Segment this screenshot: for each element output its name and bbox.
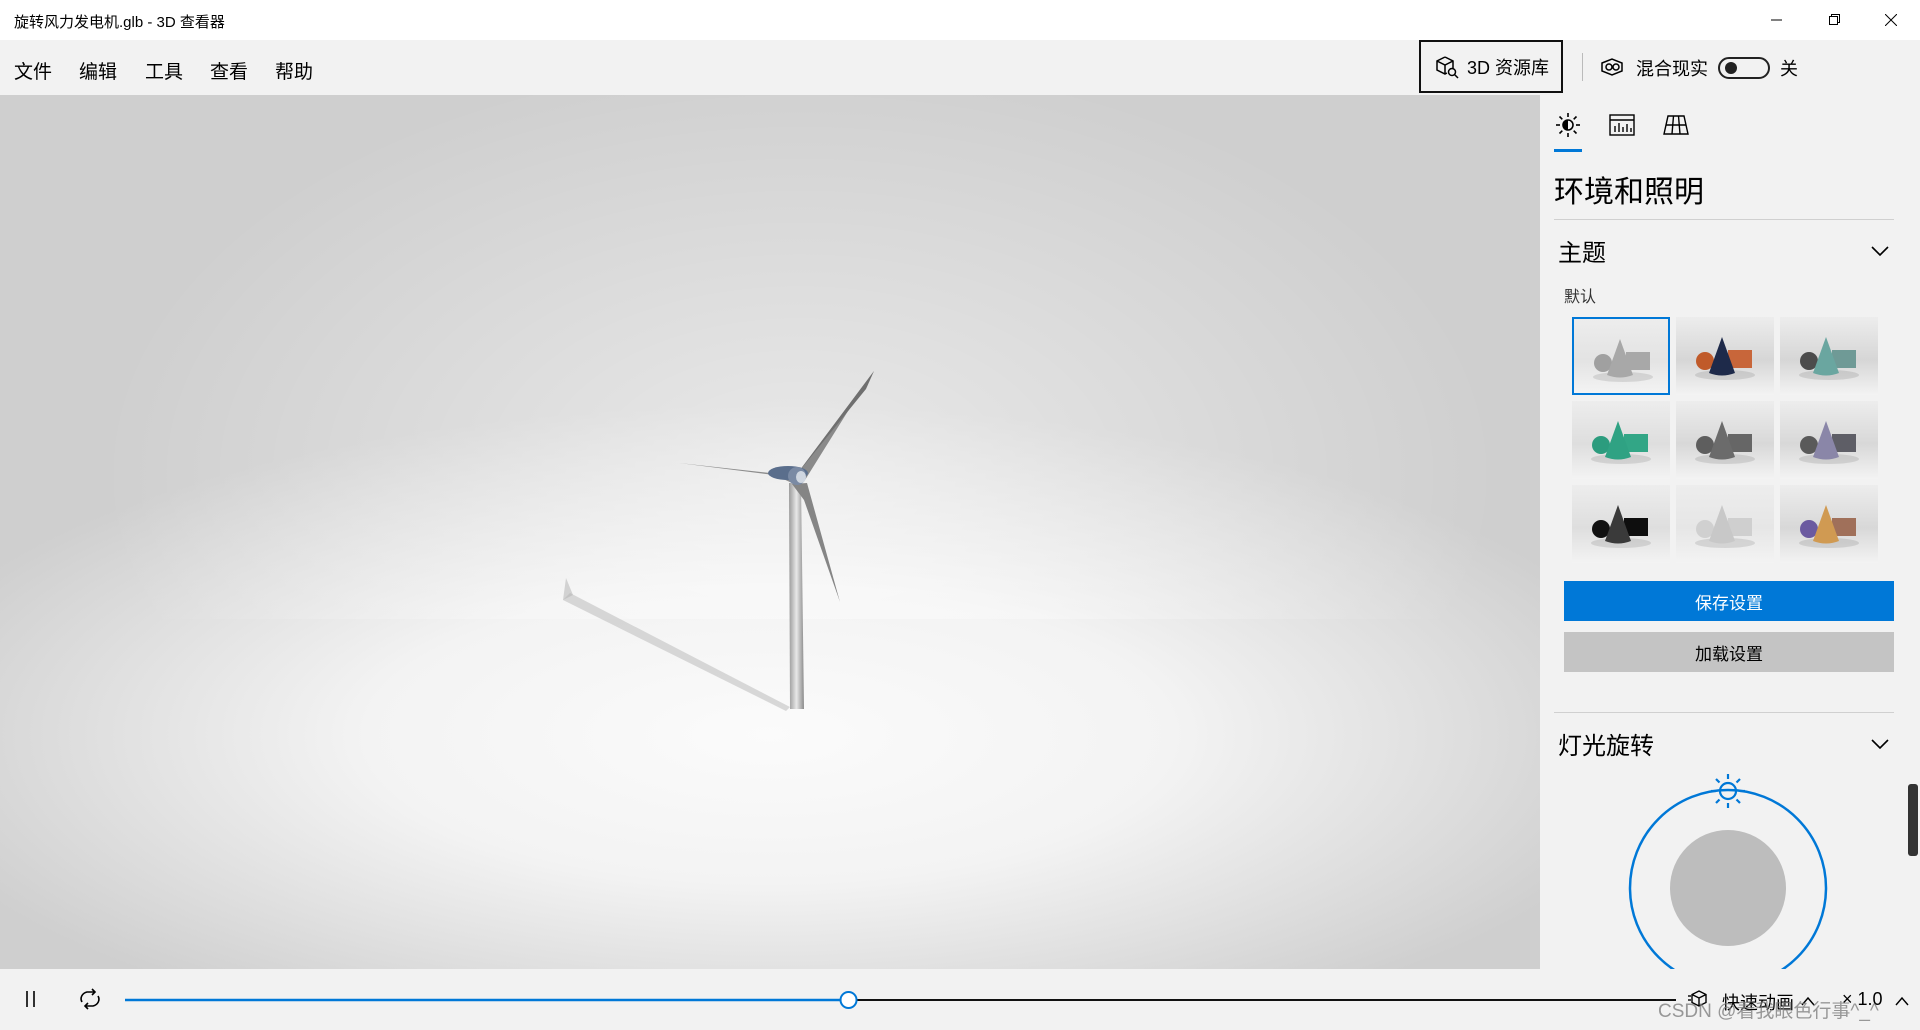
- section-divider: [1554, 219, 1894, 220]
- cube-search-icon: [1436, 55, 1459, 79]
- stats-icon: [1609, 114, 1635, 136]
- chevron-down-icon[interactable]: [1870, 734, 1890, 754]
- close-icon: [1885, 14, 1897, 26]
- mixed-reality-icon: [1601, 58, 1623, 76]
- window-title: 旋转风力发电机.glb - 3D 查看器: [14, 14, 225, 31]
- mixed-reality-state: 关: [1780, 59, 1798, 79]
- theme-thumbnail[interactable]: [1780, 317, 1878, 395]
- light-rotation-dial[interactable]: [1540, 773, 1908, 969]
- light-rotation-section-title[interactable]: 灯光旋转: [1558, 726, 1654, 761]
- animation-timeline[interactable]: [120, 988, 1680, 1012]
- theme-thumbnail[interactable]: [1572, 401, 1670, 479]
- close-button[interactable]: [1862, 0, 1920, 40]
- 3d-library-button[interactable]: 3D 资源库: [1419, 40, 1563, 93]
- theme-thumbnail[interactable]: [1676, 485, 1774, 563]
- theme-thumbnail[interactable]: [1572, 485, 1670, 563]
- title-bar: 旋转风力发电机.glb - 3D 查看器: [0, 0, 1920, 40]
- load-settings-button[interactable]: 加载设置: [1564, 632, 1894, 672]
- tab-stats[interactable]: [1608, 111, 1636, 139]
- 3d-viewport[interactable]: [0, 95, 1540, 969]
- section-divider: [1554, 712, 1894, 713]
- theme-thumbnail[interactable]: [1676, 401, 1774, 479]
- minimize-button[interactable]: [1748, 0, 1806, 40]
- wind-turbine-model: [563, 371, 874, 711]
- menu-edit[interactable]: 编辑: [79, 57, 117, 84]
- 3d-library-label: 3D 资源库: [1467, 57, 1550, 78]
- panel-title: 环境和照明: [1554, 176, 1704, 209]
- restore-button[interactable]: [1806, 0, 1864, 40]
- menu-view[interactable]: 查看: [210, 57, 248, 84]
- save-settings-button[interactable]: 保存设置: [1564, 581, 1894, 621]
- menu-tools[interactable]: 工具: [145, 57, 183, 84]
- minimize-icon: [1771, 19, 1782, 21]
- theme-section-title[interactable]: 主题: [1558, 233, 1606, 268]
- loop-icon[interactable]: [77, 987, 103, 1011]
- mixed-reality-toggle[interactable]: [1718, 57, 1770, 79]
- active-tab-indicator: [1554, 149, 1582, 152]
- chevron-up-icon[interactable]: [1894, 995, 1910, 1007]
- menu-help[interactable]: 帮助: [275, 57, 313, 84]
- pause-icon[interactable]: [22, 989, 42, 1009]
- menu-file[interactable]: 文件: [14, 57, 52, 84]
- mixed-reality-label: 混合现实: [1636, 59, 1708, 79]
- theme-thumbnail[interactable]: [1572, 317, 1670, 395]
- restore-icon: [1829, 14, 1840, 25]
- mixed-reality-toggle-group[interactable]: 混合现实 关: [1600, 55, 1798, 81]
- tab-grid[interactable]: [1662, 111, 1690, 139]
- watermark: CSDN @看我眼色行事^_^: [1658, 1001, 1879, 1022]
- theme-selected-label: 默认: [1564, 289, 1597, 306]
- timeline-thumb: [839, 991, 858, 1009]
- tab-environment-lighting[interactable]: [1554, 111, 1582, 139]
- environment-panel: 环境和照明 主题 默认 保存设置 加载设置 灯光旋转: [1540, 95, 1908, 969]
- grid-icon: [1663, 115, 1689, 135]
- panel-scrollbar-thumb[interactable]: [1908, 784, 1918, 856]
- toolbar-divider: [1582, 53, 1583, 81]
- playback-bar: 快速动画 × 1.0: [0, 969, 1920, 1030]
- sun-icon: [1556, 113, 1580, 137]
- theme-thumbnail[interactable]: [1676, 317, 1774, 395]
- chevron-down-icon[interactable]: [1870, 241, 1890, 261]
- theme-thumbnail[interactable]: [1780, 401, 1878, 479]
- theme-thumbnail[interactable]: [1780, 485, 1878, 563]
